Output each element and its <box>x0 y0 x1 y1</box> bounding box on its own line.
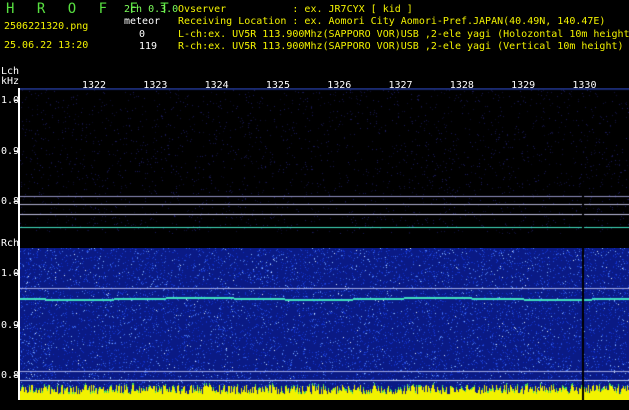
location-info: Receiving Location : ex. Aomori City Aom… <box>178 16 606 27</box>
y-tick <box>14 100 19 101</box>
rch-info: R-ch:ex. UV5R 113.900Mhz(SAPPORO VOR)USB… <box>178 41 624 52</box>
rch-label: Rch <box>1 238 20 249</box>
meteor-r-count: 119 <box>139 41 158 52</box>
observer-info: Ovserver : ex. JR7CYX [ kid ] <box>178 4 413 15</box>
rch-waterfall-canvas <box>20 248 629 400</box>
y-tick <box>14 201 19 202</box>
lch-waterfall-canvas <box>20 88 629 234</box>
meteor-label: meteor <box>124 16 161 27</box>
rch-waterfall <box>20 248 629 400</box>
lch-info: L-ch:ex. UV5R 113.900Mhz(SAPPORO VOR)USB… <box>178 29 629 40</box>
y-tick <box>14 151 19 152</box>
mode-label: 2ch 0.3.0 <box>124 4 179 15</box>
datetime-label: 25.06.22 13:20 <box>4 40 89 51</box>
y-axis-line <box>18 88 20 400</box>
y-tick <box>14 273 19 274</box>
y-tick <box>14 375 19 376</box>
meteor-l-count: 0 <box>139 29 146 40</box>
khz-label: kHz <box>1 76 20 87</box>
y-tick <box>14 325 19 326</box>
lch-waterfall <box>20 88 629 234</box>
filename-label: 2506221320.png <box>4 21 89 32</box>
